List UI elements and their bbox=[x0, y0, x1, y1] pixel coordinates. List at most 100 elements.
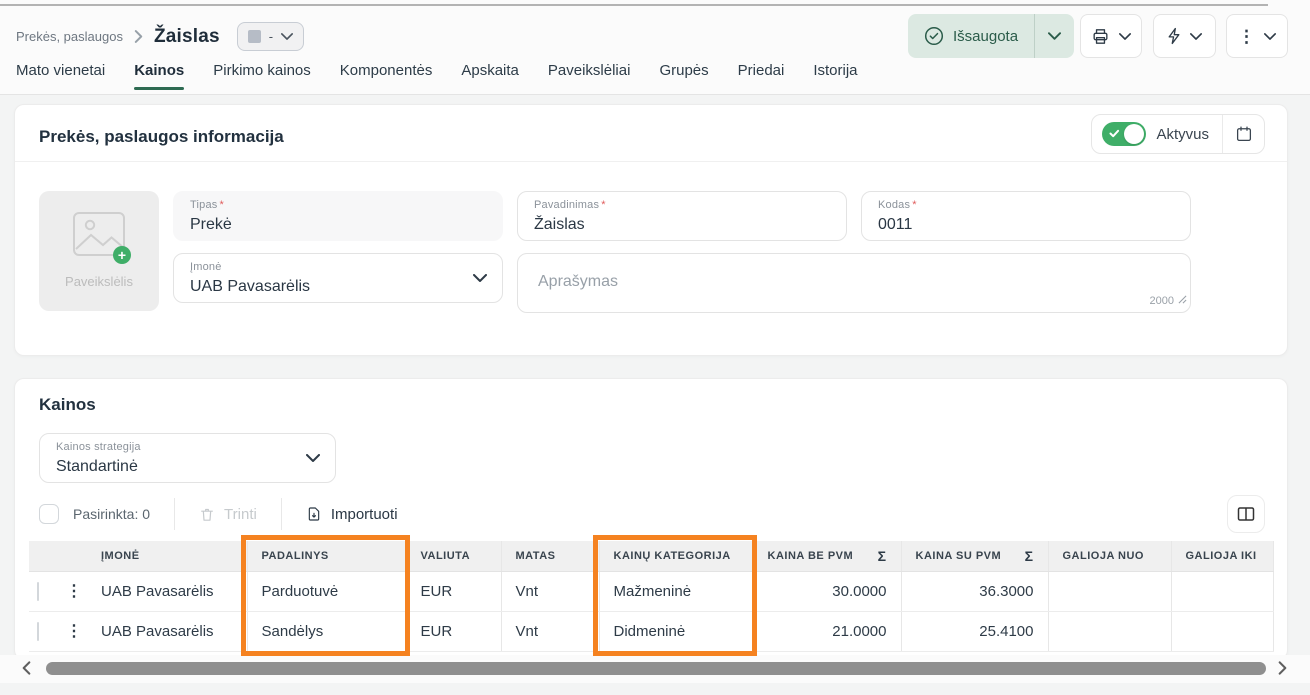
horizontal-scrollbar-thumb[interactable] bbox=[46, 662, 1266, 675]
variant-dropdown[interactable]: - bbox=[237, 22, 304, 51]
col-header-galioja-nuo[interactable]: GALIOJA NUO bbox=[1048, 541, 1171, 571]
tab-paveiksleliai[interactable]: Paveikslėliai bbox=[548, 62, 631, 90]
strategy-value: Standartinė bbox=[56, 458, 138, 476]
chevron-down-icon bbox=[1264, 33, 1276, 40]
product-info-card: Prekės, paslaugos informacija Aktyvus + … bbox=[14, 104, 1288, 356]
col-header-matas[interactable]: MATAS bbox=[501, 541, 599, 571]
cell-kaina-su-pvm[interactable]: 25.4100 bbox=[901, 611, 1048, 651]
tab-apskaita[interactable]: Apskaita bbox=[461, 62, 519, 90]
status-pill: Aktyvus bbox=[1091, 114, 1265, 154]
char-limit-counter: 2000 bbox=[1150, 295, 1174, 307]
import-label: Importuoti bbox=[331, 506, 398, 523]
row-menu-kebab-icon[interactable]: ⋮ bbox=[66, 623, 82, 640]
resize-handle[interactable] bbox=[1178, 291, 1187, 309]
file-import-icon bbox=[306, 505, 322, 523]
chevron-down-icon bbox=[1119, 33, 1131, 40]
cell-galioja-iki[interactable] bbox=[1171, 571, 1273, 611]
tab-bar: Mato vienetai Kainos Pirkimo kainos Komp… bbox=[16, 62, 858, 90]
tab-istorija[interactable]: Istorija bbox=[813, 62, 857, 90]
active-toggle[interactable] bbox=[1102, 122, 1146, 146]
cell-matas[interactable]: Vnt bbox=[501, 571, 599, 611]
cell-kaina-be-pvm[interactable]: 30.0000 bbox=[753, 571, 901, 611]
select-all-checkbox[interactable] bbox=[39, 504, 59, 524]
tab-priedai[interactable]: Priedai bbox=[738, 62, 785, 90]
cell-galioja-iki[interactable] bbox=[1171, 611, 1273, 651]
quick-actions-dropdown-button[interactable] bbox=[1153, 14, 1216, 58]
col-header-kainu-kategorija[interactable]: KAINŲ KATEGORIJA bbox=[599, 541, 753, 571]
table-header-row: ĮMONĖ PADALINYS VALIUTA MATAS KAINŲ KATE… bbox=[29, 541, 1273, 571]
tab-pirkimo-kainos[interactable]: Pirkimo kainos bbox=[213, 62, 311, 90]
required-marker: * bbox=[601, 199, 605, 211]
cell-imone[interactable]: UAB Pavasarėlis bbox=[87, 571, 247, 611]
col-header-imone[interactable]: ĮMONĖ bbox=[87, 541, 247, 571]
selected-count-label: Pasirinkta: 0 bbox=[73, 506, 150, 522]
col-header-kaina-su-pvm[interactable]: KAINA SU PVMΣ bbox=[901, 541, 1048, 571]
imone-label: Įmonė bbox=[190, 261, 222, 273]
cell-kaina-be-pvm[interactable]: 21.0000 bbox=[753, 611, 901, 651]
col-header-kaina-be-pvm[interactable]: KAINA BE PVMΣ bbox=[753, 541, 901, 571]
cell-padalinys[interactable]: Sandėlys bbox=[247, 611, 406, 651]
scroll-left-arrow[interactable] bbox=[22, 661, 31, 675]
table-row: ⋮ UAB Pavasarėlis Sandėlys EUR Vnt Didme… bbox=[29, 611, 1273, 651]
cell-kaina-su-pvm[interactable]: 36.3000 bbox=[901, 571, 1048, 611]
cell-valiuta[interactable]: EUR bbox=[406, 571, 501, 611]
top-scrollbar[interactable] bbox=[0, 4, 1268, 6]
kodas-input[interactable]: Kodas* 0011 bbox=[861, 191, 1191, 241]
sum-icon[interactable]: Σ bbox=[1025, 548, 1034, 564]
cell-kainu-kategorija[interactable]: Didmeninė bbox=[599, 611, 753, 651]
cell-matas[interactable]: Vnt bbox=[501, 611, 599, 651]
row-checkbox[interactable] bbox=[37, 622, 39, 641]
cell-kainu-kategorija[interactable]: Mažmeninė bbox=[599, 571, 753, 611]
cell-valiuta[interactable]: EUR bbox=[406, 611, 501, 651]
delete-button[interactable]: Trinti bbox=[199, 506, 257, 523]
col-header-galioja-iki[interactable]: GALIOJA IKI bbox=[1171, 541, 1273, 571]
imone-select[interactable]: Įmonė UAB Pavasarėlis bbox=[173, 253, 503, 303]
tab-kainos[interactable]: Kainos bbox=[134, 62, 184, 90]
row-menu-kebab-icon[interactable]: ⋮ bbox=[66, 583, 82, 600]
print-dropdown-button[interactable] bbox=[1080, 14, 1142, 58]
top-bar: Prekės, paslaugos Žaislas - Išsaugota bbox=[0, 0, 1310, 95]
variant-color-swatch bbox=[248, 30, 261, 43]
col-header-valiuta[interactable]: VALIUTA bbox=[406, 541, 501, 571]
tipas-field[interactable]: Tipas* Prekė bbox=[173, 191, 503, 241]
check-icon bbox=[1109, 129, 1120, 138]
table-row: ⋮ UAB Pavasarėlis Parduotuvė EUR Vnt Maž… bbox=[29, 571, 1273, 611]
saved-button[interactable]: Išsaugota bbox=[908, 26, 1034, 46]
image-upload-placeholder[interactable]: + Paveikslėlis bbox=[39, 191, 159, 311]
tab-grupes[interactable]: Grupės bbox=[659, 62, 708, 90]
col-header-padalinys[interactable]: PADALINYS bbox=[247, 541, 406, 571]
pavadinimas-label: Pavadinimas bbox=[534, 199, 599, 211]
tab-komponentes[interactable]: Komponentės bbox=[340, 62, 433, 90]
aprasymas-textarea[interactable]: Aprašymas 2000 bbox=[517, 253, 1191, 313]
cell-padalinys[interactable]: Parduotuvė bbox=[247, 571, 406, 611]
price-strategy-select[interactable]: Kainos strategija Standartinė bbox=[39, 433, 336, 483]
active-toggle-label: Aktyvus bbox=[1156, 126, 1209, 143]
cell-galioja-nuo[interactable] bbox=[1048, 571, 1171, 611]
scroll-right-arrow[interactable] bbox=[1278, 661, 1287, 675]
add-image-icon: + bbox=[113, 246, 131, 264]
calendar-button[interactable] bbox=[1223, 114, 1264, 154]
prices-card-title: Kainos bbox=[39, 395, 96, 415]
chevron-down-icon bbox=[1190, 33, 1202, 40]
printer-icon bbox=[1091, 27, 1110, 46]
tab-mato-vienetai[interactable]: Mato vienetai bbox=[16, 62, 105, 90]
divider bbox=[174, 498, 175, 530]
tipas-value: Prekė bbox=[190, 216, 232, 234]
header-spacer bbox=[29, 541, 61, 571]
cell-galioja-nuo[interactable] bbox=[1048, 611, 1171, 651]
lightning-icon bbox=[1167, 27, 1181, 45]
kebab-icon: ⋮ bbox=[1238, 28, 1255, 45]
column-settings-button[interactable] bbox=[1227, 495, 1265, 533]
pavadinimas-input[interactable]: Pavadinimas* Žaislas bbox=[517, 191, 847, 241]
more-actions-dropdown-button[interactable]: ⋮ bbox=[1226, 14, 1288, 58]
cell-imone[interactable]: UAB Pavasarėlis bbox=[87, 611, 247, 651]
pavadinimas-value: Žaislas bbox=[534, 216, 585, 234]
row-checkbox[interactable] bbox=[37, 582, 39, 601]
toggle-knob bbox=[1124, 124, 1144, 144]
import-button[interactable]: Importuoti bbox=[306, 505, 398, 523]
required-marker: * bbox=[220, 199, 224, 211]
trash-icon bbox=[199, 506, 215, 523]
saved-dropdown-caret[interactable] bbox=[1035, 32, 1074, 40]
sum-icon[interactable]: Σ bbox=[878, 548, 887, 564]
breadcrumb-parent-link[interactable]: Prekės, paslaugos bbox=[16, 29, 123, 44]
